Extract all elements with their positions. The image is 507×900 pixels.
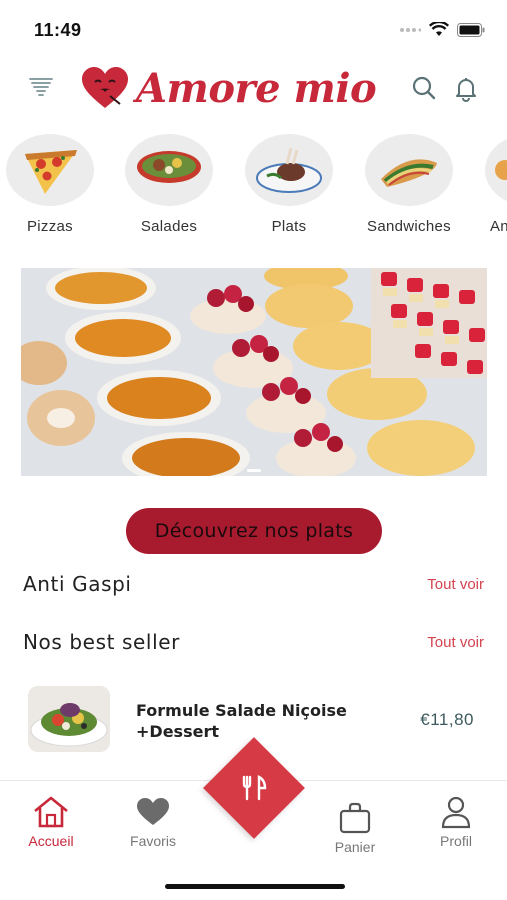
nav-profile[interactable]: Profil	[411, 795, 501, 849]
salad-bowl-icon	[125, 134, 213, 206]
category-partial[interactable]: An	[474, 134, 507, 235]
status-time: 11:49	[34, 20, 82, 40]
home-indicator	[165, 884, 345, 889]
section-anti-gaspi: Anti Gaspi Tout voir	[0, 572, 507, 602]
plate-dish-icon	[245, 134, 333, 206]
category-salades[interactable]: Salades	[114, 134, 224, 235]
product-image	[28, 686, 110, 752]
product-name-line: Formule Salade Niçoise	[136, 701, 347, 720]
section-title: Anti Gaspi	[23, 572, 132, 596]
category-pizzas[interactable]: Pizzas	[0, 134, 105, 235]
status-icons	[399, 22, 485, 37]
nav-label: Accueil	[28, 833, 74, 849]
fork-knife-icon[interactable]	[232, 766, 276, 810]
nav-home[interactable]: Accueil	[6, 795, 96, 849]
user-icon	[411, 795, 501, 829]
category-label: Sandwiches	[367, 218, 451, 235]
product-name-line: +Dessert	[136, 722, 219, 741]
category-label: Salades	[140, 218, 198, 235]
pastries-image	[21, 268, 487, 476]
discover-dishes-button[interactable]: Découvrez nos plats	[126, 508, 382, 554]
search-icon[interactable]	[410, 74, 438, 102]
section-title: Nos best seller	[23, 630, 180, 654]
app-name: Amore mio	[136, 64, 377, 112]
product-price: €11,80	[420, 710, 474, 729]
carousel-dots	[21, 469, 487, 472]
category-icon	[485, 134, 507, 206]
category-carousel[interactable]: Pizzas Salades Plats Sandwiches An	[0, 134, 507, 244]
promo-banner[interactable]	[21, 268, 487, 476]
category-sandwiches[interactable]: Sandwiches	[354, 134, 464, 235]
tornado-menu-icon[interactable]	[26, 72, 56, 102]
status-bar: 11:49	[0, 0, 507, 56]
nav-label: Panier	[334, 839, 376, 855]
app-logo: Amore mio	[80, 64, 377, 112]
see-all-link[interactable]: Tout voir	[427, 576, 484, 593]
bell-icon[interactable]	[452, 74, 480, 102]
category-plats[interactable]: Plats	[234, 134, 344, 235]
pizza-icon	[6, 134, 94, 206]
app-header: Amore mio	[0, 60, 507, 116]
signal-icon	[400, 27, 421, 32]
nav-favorites[interactable]: Favoris	[108, 795, 198, 849]
sandwich-icon	[365, 134, 453, 206]
nav-cart[interactable]: Panier	[310, 795, 400, 855]
nav-label: Favoris	[130, 833, 176, 849]
product-name: Formule Salade Niçoise +Dessert	[136, 700, 356, 742]
heart-logo-icon	[82, 67, 128, 108]
category-label: Plats	[271, 218, 307, 235]
nav-label: Profil	[440, 833, 472, 849]
carousel-dot	[247, 469, 261, 472]
battery-icon	[457, 22, 485, 37]
section-best-seller: Nos best seller Tout voir	[0, 630, 507, 660]
category-label: An	[490, 218, 507, 235]
category-label: Pizzas	[27, 218, 73, 235]
bag-icon	[310, 801, 400, 835]
see-all-link[interactable]: Tout voir	[427, 634, 484, 651]
wifi-icon	[429, 22, 449, 36]
heart-icon	[108, 795, 198, 829]
home-icon	[6, 795, 96, 829]
